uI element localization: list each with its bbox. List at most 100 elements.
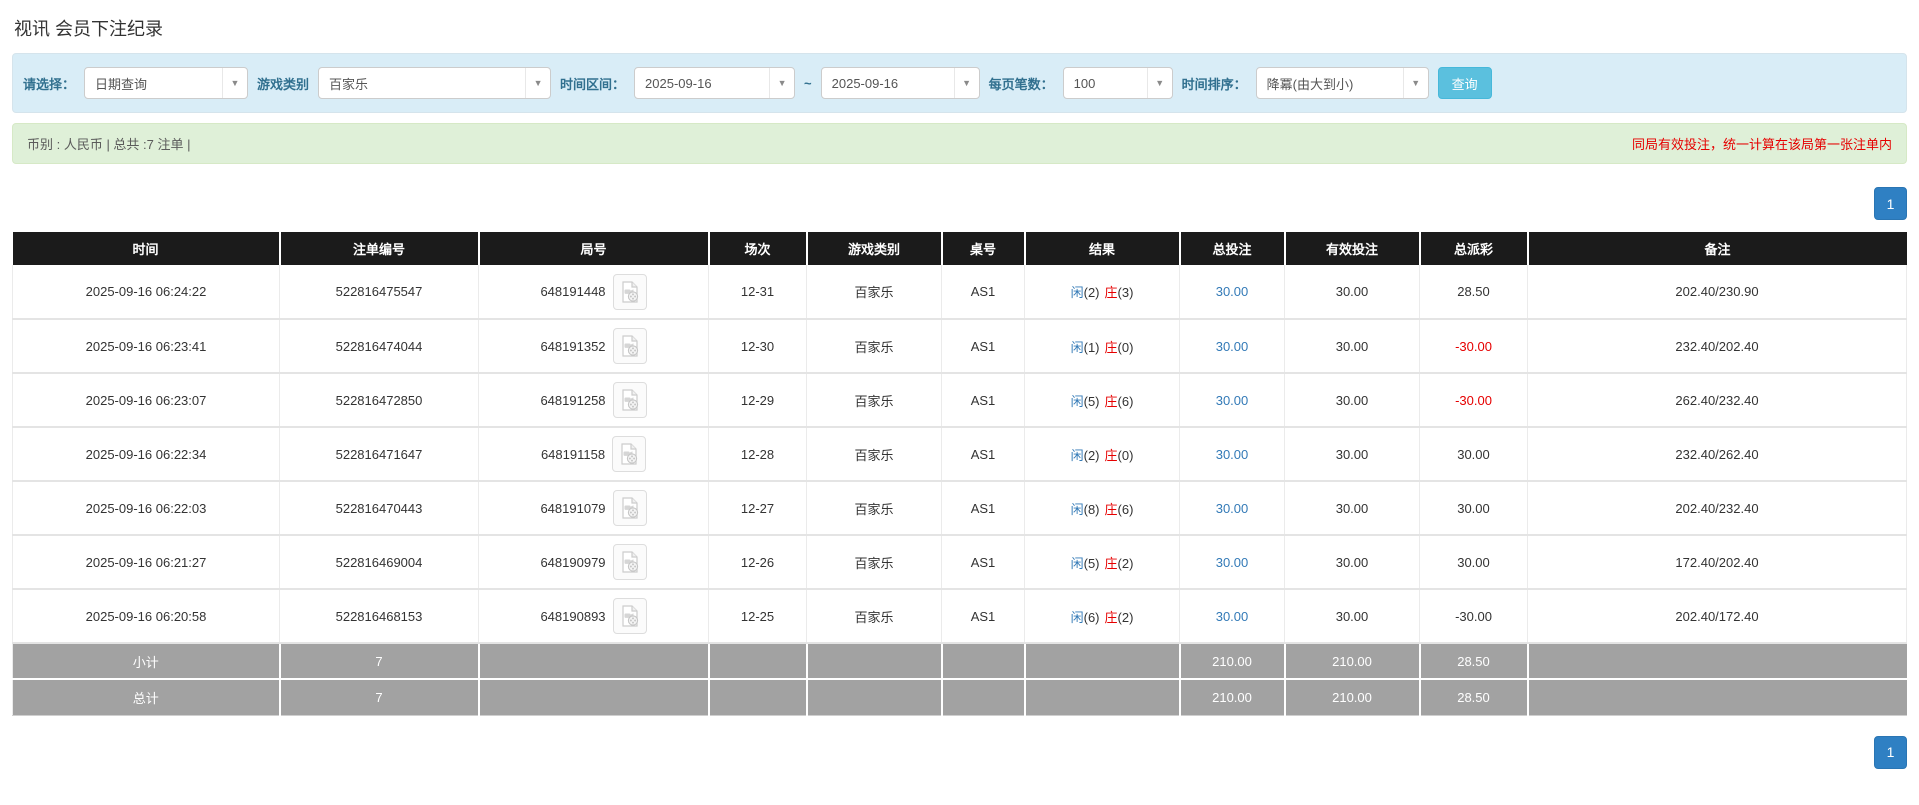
table-body: 2025-09-16 06:24:22 522816475547 6481914… [12, 265, 1907, 644]
subtotal-empty-cell [941, 642, 1026, 680]
table-row: 2025-09-16 06:23:07 522816472850 6481912… [12, 373, 1907, 428]
subtotal-count: 7 [279, 642, 480, 680]
date-to-value: 2025-09-16 [831, 75, 899, 91]
result-banker-count: (6) [1117, 501, 1134, 517]
page-size-select[interactable]: 100 ▼ [1062, 67, 1173, 99]
table-row: 2025-09-16 06:21:27 522816469004 6481909… [12, 535, 1907, 590]
video-record-icon [621, 605, 638, 627]
subtotal-empty-cell [708, 642, 808, 680]
game-type-select[interactable]: 百家乐 ▼ [318, 67, 552, 99]
total-bet-link[interactable]: 30.00 [1216, 447, 1249, 462]
cell-valid-bet: 30.00 [1284, 589, 1420, 644]
subtotal-total-bet: 210.00 [1179, 642, 1286, 680]
caret-down-icon: ▼ [525, 68, 550, 98]
result-player-label: 闲 [1070, 339, 1084, 355]
cell-table-id: AS1 [941, 265, 1025, 320]
query-mode-select[interactable]: 日期查询 ▼ [84, 67, 249, 99]
query-mode-value: 日期查询 [95, 76, 148, 92]
cell-total-bet: 30.00 [1179, 481, 1285, 536]
video-record-button[interactable] [612, 490, 647, 526]
result-player-count: (2) [1083, 285, 1100, 300]
cell-session: 12-27 [708, 481, 807, 536]
column-header-2: 局号 [478, 232, 710, 265]
column-header-10: 备注 [1527, 232, 1907, 265]
round-id-text: 648190979 [540, 554, 606, 570]
cell-table-id: AS1 [941, 589, 1025, 644]
cell-total-bet: 30.00 [1179, 427, 1285, 482]
video-record-button[interactable] [612, 436, 647, 472]
total-bet-link[interactable]: 30.00 [1216, 284, 1249, 299]
cell-valid-bet: 30.00 [1284, 319, 1420, 374]
total-valid-bet: 210.00 [1284, 679, 1421, 716]
cell-game-type: 百家乐 [806, 319, 942, 374]
subtotal-payout: 28.50 [1419, 642, 1529, 680]
column-header-7: 总投注 [1179, 232, 1286, 265]
date-from-select[interactable]: 2025-09-16 ▼ [634, 67, 796, 99]
result-banker-label: 庄 [1104, 447, 1118, 463]
column-header-6: 结果 [1024, 232, 1181, 265]
page-size-label: 每页笔数： [988, 76, 1054, 92]
cell-round-id: 648191448 [478, 265, 709, 320]
table-row: 2025-09-16 06:22:34 522816471647 6481911… [12, 427, 1907, 482]
result-banker-count: (2) [1117, 609, 1134, 625]
result-banker-count: (3) [1117, 285, 1134, 300]
result-player-label: 闲 [1070, 501, 1084, 517]
video-record-button[interactable] [612, 382, 647, 418]
result-banker-label: 庄 [1104, 555, 1118, 571]
result-banker-label: 庄 [1104, 285, 1118, 300]
cell-time: 2025-09-16 06:23:07 [12, 373, 280, 428]
video-record-button[interactable] [612, 328, 647, 364]
subtotal-empty-cell [806, 642, 943, 680]
column-header-0: 时间 [12, 232, 281, 265]
cell-time: 2025-09-16 06:20:58 [12, 589, 280, 644]
cell-session: 12-31 [708, 265, 807, 320]
total-label: 总计 [12, 679, 281, 716]
cell-remark: 202.40/232.40 [1527, 481, 1907, 536]
select-mode-label: 请选择： [23, 76, 76, 92]
total-count: 7 [279, 679, 480, 716]
cell-remark: 202.40/230.90 [1527, 265, 1907, 320]
video-record-button[interactable] [612, 544, 647, 580]
cell-time: 2025-09-16 06:21:27 [12, 535, 280, 590]
table-row: 2025-09-16 06:22:03 522816470443 6481910… [12, 481, 1907, 536]
video-record-button[interactable] [612, 598, 647, 634]
cell-round-id: 648191352 [478, 319, 709, 374]
video-record-button[interactable] [612, 273, 647, 310]
round-id-text: 648191258 [540, 392, 606, 408]
cell-round-id: 648190893 [478, 589, 709, 644]
cell-valid-bet: 30.00 [1284, 535, 1420, 590]
cell-game-type: 百家乐 [806, 265, 942, 320]
cell-bet-id: 522816475547 [279, 265, 479, 320]
total-bet-link[interactable]: 30.00 [1216, 609, 1249, 624]
column-header-8: 有效投注 [1284, 232, 1421, 265]
cell-round-id: 648191079 [478, 481, 709, 536]
result-player-count: (5) [1083, 393, 1100, 409]
cell-result: 闲(5) 庄(6) [1024, 373, 1180, 428]
total-bet-link[interactable]: 30.00 [1216, 501, 1249, 516]
cell-game-type: 百家乐 [806, 373, 942, 428]
query-button[interactable]: 查询 [1437, 67, 1492, 99]
cell-table-id: AS1 [941, 427, 1025, 482]
page-title: 视讯 会员下注纪录 [14, 19, 164, 39]
round-id-text: 648191158 [540, 446, 606, 462]
total-bet-link[interactable]: 30.00 [1216, 393, 1249, 408]
page-1-button[interactable]: 1 [1874, 735, 1907, 769]
result-player-label: 闲 [1070, 447, 1084, 463]
total-bet-link[interactable]: 30.00 [1216, 555, 1249, 570]
cell-payout: 30.00 [1419, 481, 1528, 536]
result-banker-count: (6) [1117, 393, 1134, 409]
cell-payout: 30.00 [1419, 535, 1528, 590]
pagination-bottom: 1 [12, 735, 1907, 769]
cell-bet-id: 522816468153 [279, 589, 479, 644]
video-record-icon [621, 497, 638, 519]
total-bet-link[interactable]: 30.00 [1216, 339, 1249, 354]
cell-result: 闲(6) 庄(2) [1024, 589, 1180, 644]
page-1-button[interactable]: 1 [1874, 187, 1907, 220]
cell-game-type: 百家乐 [806, 481, 942, 536]
date-from-value: 2025-09-16 [645, 75, 712, 91]
sort-order-select[interactable]: 降冪(由大到小) ▼ [1255, 67, 1429, 99]
cell-total-bet: 30.00 [1179, 589, 1285, 644]
total-total-bet: 210.00 [1179, 679, 1286, 716]
date-to-select[interactable]: 2025-09-16 ▼ [820, 67, 980, 99]
video-record-icon [621, 551, 638, 573]
